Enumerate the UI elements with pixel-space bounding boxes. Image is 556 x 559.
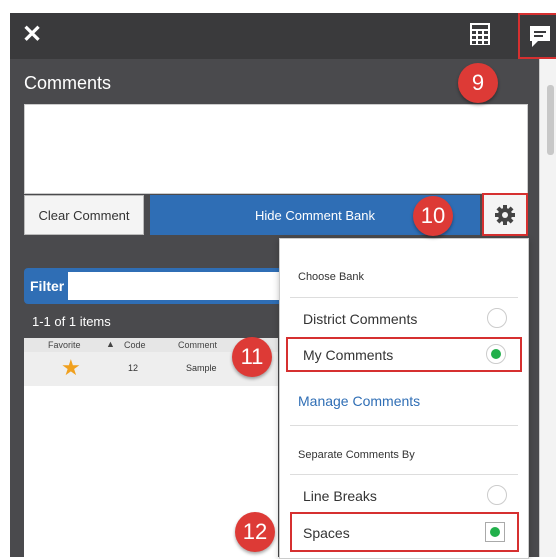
my-comments-radio[interactable] — [486, 344, 506, 364]
spaces-checkbox[interactable] — [485, 522, 505, 542]
divider — [290, 425, 518, 426]
column-comment[interactable]: Comment — [178, 340, 217, 350]
callout-11: 11 — [232, 337, 272, 377]
gear-icon[interactable] — [482, 193, 528, 236]
panel-title: Comments — [24, 73, 112, 93]
line-breaks-radio[interactable] — [487, 485, 507, 505]
sort-up-icon[interactable]: ▲ — [106, 339, 115, 349]
row-comment: Sample — [186, 363, 217, 373]
scrollbar-thumb[interactable] — [547, 85, 554, 155]
clear-comment-button[interactable]: Clear Comment — [24, 195, 144, 235]
callout-12: 12 — [235, 512, 275, 552]
row-code: 12 — [128, 363, 139, 373]
callout-9: 9 — [458, 63, 498, 103]
callout-10: 10 — [413, 196, 453, 236]
separate-by-heading: Separate Comments By — [298, 449, 415, 461]
items-count: 1-1 of 1 items — [32, 314, 111, 329]
divider — [290, 297, 518, 298]
filter-label: Filter — [30, 278, 65, 294]
calculator-icon[interactable] — [468, 20, 492, 48]
district-comments-option[interactable]: District Comments — [303, 311, 417, 327]
star-icon[interactable]: ★ — [61, 357, 81, 379]
spaces-option[interactable]: Spaces — [303, 525, 350, 541]
comment-icon[interactable] — [518, 13, 556, 59]
close-icon[interactable]: ✕ — [22, 21, 42, 49]
district-comments-radio[interactable] — [487, 308, 507, 328]
line-breaks-option[interactable]: Line Breaks — [303, 488, 377, 504]
manage-comments-link[interactable]: Manage Comments — [298, 393, 420, 409]
column-favorite[interactable]: Favorite — [48, 340, 81, 350]
filter-input[interactable] — [68, 272, 280, 300]
choose-bank-heading: Choose Bank — [298, 271, 365, 283]
top-bar: ✕ — [10, 13, 556, 59]
my-comments-option[interactable]: My Comments — [303, 347, 393, 363]
column-code[interactable]: Code — [124, 340, 146, 350]
divider — [290, 474, 518, 475]
comment-textarea[interactable] — [24, 104, 528, 194]
